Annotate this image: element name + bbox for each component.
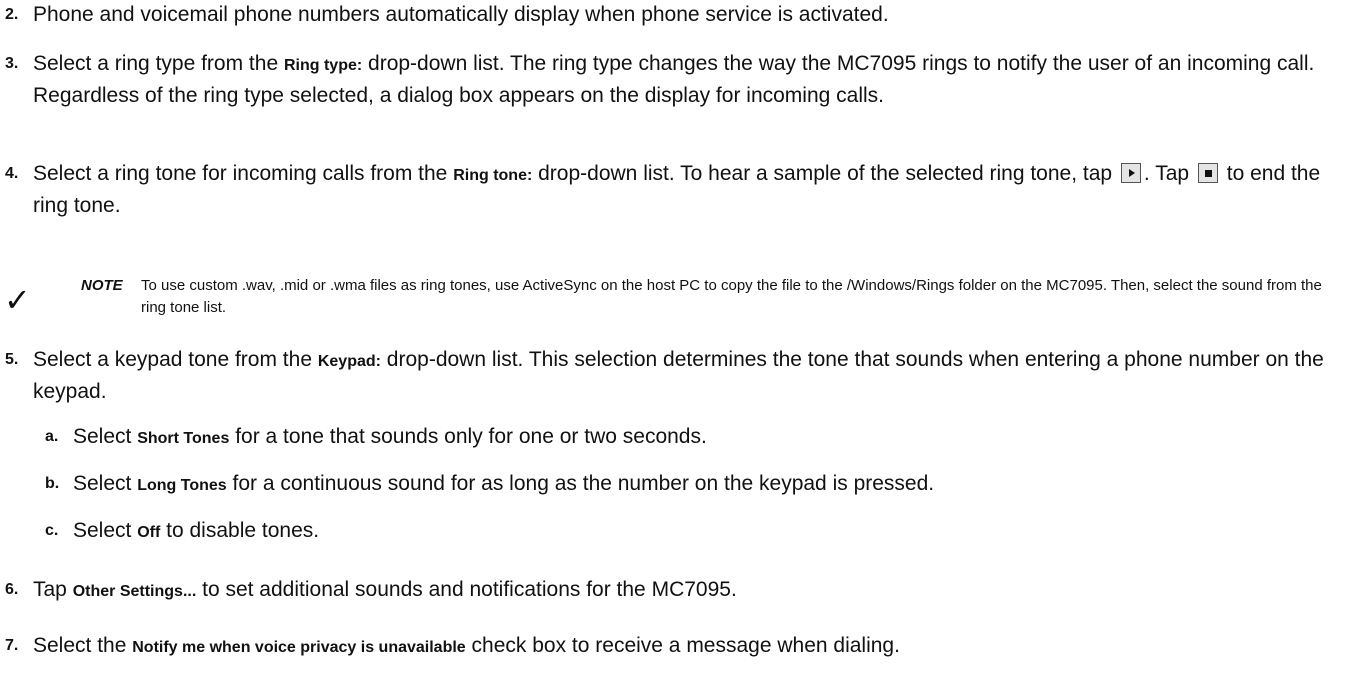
step-text-mid: drop-down list. To hear a sample of the … [532, 162, 1118, 185]
step-text: Tap Other Settings... to set additional … [33, 575, 1344, 607]
step-text-post: to set additional sounds and notificatio… [196, 578, 737, 601]
substep-text: Select Long Tones for a continuous sound… [73, 469, 1344, 501]
step-number: 7. [5, 637, 19, 654]
step-number: 6. [5, 581, 19, 598]
substep-text-pre: Select [73, 472, 138, 495]
step-number: 4. [5, 165, 19, 182]
note-text: To use custom .wav, .mid or .wma files a… [141, 277, 1322, 316]
step-text-pre: Select a ring type from the [33, 52, 284, 75]
substep-text-post: for a continuous sound for as long as th… [226, 472, 935, 495]
step-text: Select a ring type from the Ring type: d… [33, 49, 1344, 111]
step-text-pre: Select the [33, 634, 133, 657]
ui-term-ring-type: Ring type: [283, 57, 363, 74]
step-text-pre: Select a keypad tone from the [33, 348, 318, 371]
ui-term-other-settings: Other Settings... [72, 583, 197, 600]
step-number: 2. [5, 6, 19, 23]
step-text: Select the Notify me when voice privacy … [33, 631, 1344, 663]
stop-button-icon [1197, 163, 1218, 183]
substep-letter: c. [45, 522, 59, 539]
ui-term-ring-tone: Ring tone: [453, 167, 533, 184]
ui-term-keypad: Keypad: [317, 353, 381, 370]
substep-text: Select Short Tones for a tone that sound… [73, 422, 1344, 454]
note-box: ✓ NOTE To use custom .wav, .mid or .wma … [0, 270, 1364, 330]
step-text-mid2: . Tap [1143, 162, 1195, 185]
substep-letter: b. [45, 475, 60, 492]
ui-term-notify-voice-privacy: Notify me when voice privacy is unavaila… [132, 639, 466, 656]
step-text-post: check box to receive a message when dial… [465, 634, 900, 657]
step-text: Select a ring tone for incoming calls fr… [33, 159, 1344, 221]
step-number: 5. [5, 351, 19, 368]
ui-term-long-tones: Long Tones [137, 477, 227, 494]
ui-term-short-tones: Short Tones [137, 430, 230, 447]
note-label: NOTE [81, 277, 123, 294]
substep-text-post: to disable tones. [160, 519, 320, 542]
step-text: Phone and voicemail phone numbers automa… [33, 3, 889, 26]
substep-text: Select Off to disable tones. [73, 516, 1344, 548]
ui-term-off: Off [137, 524, 161, 541]
substep-text-pre: Select [73, 519, 138, 542]
checkmark-icon: ✓ [4, 282, 31, 318]
substep-text-pre: Select [73, 425, 138, 448]
step-text-pre: Tap [33, 578, 73, 601]
substep-letter: a. [45, 428, 59, 445]
step-number: 3. [5, 55, 19, 72]
step-text-pre: Select a ring tone for incoming calls fr… [33, 162, 454, 185]
substep-text-post: for a tone that sounds only for one or t… [229, 425, 707, 448]
play-button-icon [1120, 163, 1141, 183]
step-text: Select a keypad tone from the Keypad: dr… [33, 345, 1344, 407]
